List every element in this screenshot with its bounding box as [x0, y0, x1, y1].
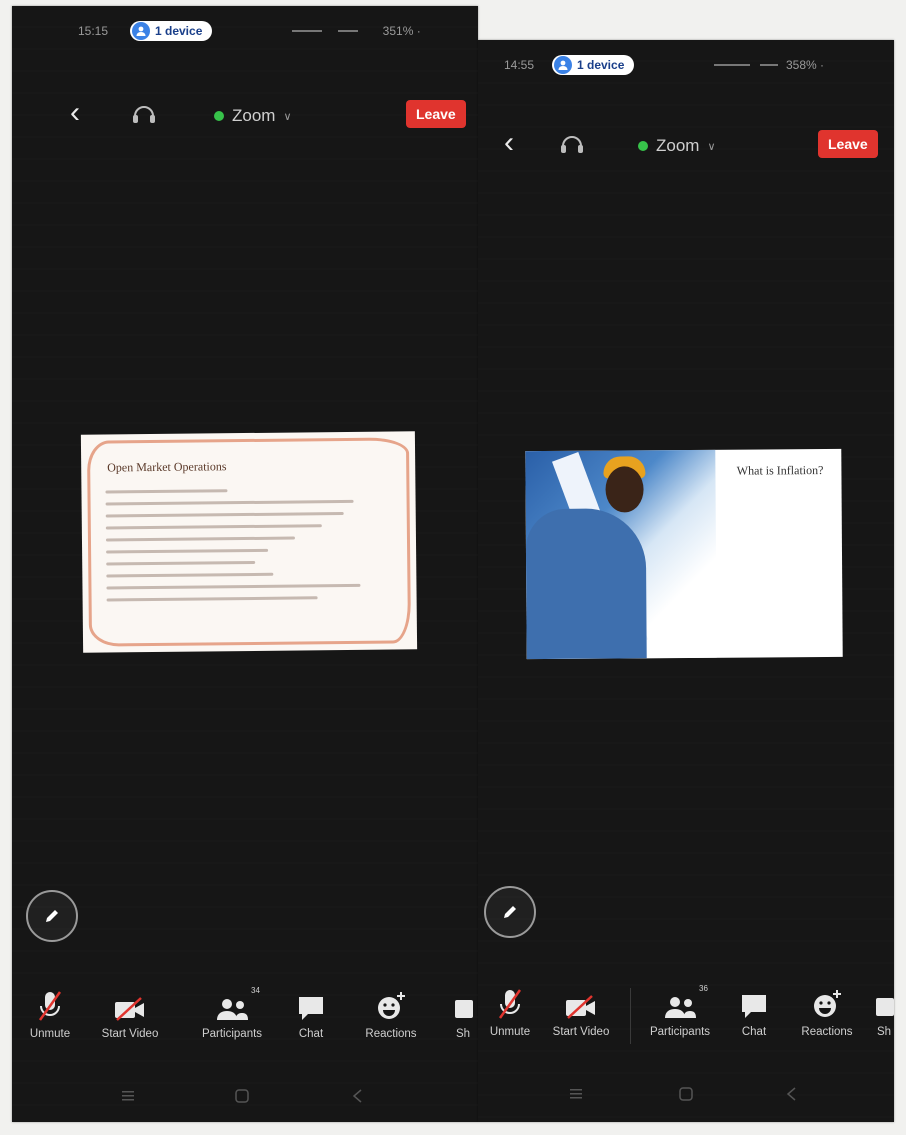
person-icon — [132, 22, 150, 40]
chat-button[interactable]: Chat — [288, 988, 334, 1040]
share-button[interactable]: Sh — [448, 988, 478, 1040]
start-video-button[interactable]: Start Video — [90, 988, 170, 1040]
reactions-icon — [378, 992, 405, 1019]
unmute-label: Unmute — [29, 1028, 71, 1040]
muted-mic-icon — [498, 989, 522, 1019]
meeting-topbar: ‹ Zoom ∨ Leave — [478, 124, 894, 164]
chat-icon — [742, 995, 766, 1018]
reactions-label: Reactions — [801, 1026, 853, 1038]
back-icon[interactable]: ‹ — [504, 128, 514, 158]
start-video-label: Start Video — [101, 1028, 159, 1040]
annotate-button[interactable] — [26, 890, 78, 942]
battery-text: 358% · — [786, 58, 825, 72]
status-bar: 14:55 1 device 358% · — [478, 52, 894, 78]
participants-count: 34 — [251, 986, 260, 995]
participants-label: Participants — [201, 1028, 263, 1040]
chevron-down-icon: ∨ — [283, 110, 292, 123]
pencil-icon — [504, 906, 516, 918]
nav-menu-icon[interactable] — [120, 1088, 136, 1109]
shared-slide: What is Inflation? — [525, 448, 843, 660]
right-screenshot: 14:55 1 device 358% · ‹ Zoom ∨ Leave Wha… — [478, 40, 894, 1122]
leave-button[interactable]: Leave — [406, 100, 466, 128]
meeting-toolbar: Unmute Start Video 34 Participants Chat … — [12, 986, 478, 1058]
chevron-down-icon: ∨ — [707, 140, 716, 153]
reactions-button[interactable]: Reactions — [792, 986, 862, 1038]
battery-text: 351% · — [366, 24, 421, 38]
audio-icon[interactable] — [130, 102, 158, 131]
meeting-title-text: Zoom — [656, 136, 700, 155]
chat-label: Chat — [298, 1028, 324, 1040]
nav-back-icon[interactable] — [784, 1086, 800, 1107]
video-off-icon — [566, 995, 595, 1019]
share-icon — [455, 1000, 473, 1018]
left-screenshot: 15:15 1 device 351% · ‹ Zoom ∨ Leave Ope… — [12, 6, 478, 1122]
device-pill-label: 1 device — [155, 24, 203, 38]
leave-button[interactable]: Leave — [818, 130, 878, 158]
status-indicators: 358% · — [714, 58, 824, 72]
slide-photo — [525, 449, 717, 660]
status-time: 14:55 — [504, 58, 535, 72]
pencil-icon — [46, 910, 58, 922]
meeting-toolbar: Unmute Start Video 36 Participants Chat … — [478, 984, 894, 1056]
reactions-button[interactable]: Reactions — [356, 988, 426, 1040]
share-label: Sh — [876, 1026, 892, 1038]
share-button[interactable]: Sh — [874, 986, 894, 1038]
participants-button[interactable]: 36 Participants — [640, 984, 720, 1038]
start-video-label: Start Video — [552, 1026, 610, 1038]
status-time: 15:15 — [78, 24, 109, 38]
meeting-title-text: Zoom — [232, 106, 276, 125]
toolbar-divider — [630, 988, 631, 1044]
unmute-label: Unmute — [489, 1026, 531, 1038]
status-indicators: 351% · — [292, 24, 421, 38]
back-icon[interactable]: ‹ — [70, 98, 80, 128]
wifi-icon — [760, 64, 778, 66]
muted-mic-icon — [38, 991, 62, 1021]
start-video-button[interactable]: Start Video — [544, 986, 618, 1038]
unmute-button[interactable]: Unmute — [482, 986, 538, 1038]
participants-button[interactable]: 34 Participants — [192, 986, 272, 1040]
meeting-topbar: ‹ Zoom ∨ Leave — [12, 94, 478, 134]
nav-home-icon[interactable] — [234, 1088, 250, 1109]
nav-home-icon[interactable] — [678, 1086, 694, 1107]
slide-title: What is Inflation? — [736, 463, 824, 478]
person-icon — [554, 56, 572, 74]
chat-button[interactable]: Chat — [732, 986, 776, 1038]
chat-label: Chat — [741, 1026, 767, 1038]
participants-icon — [217, 999, 248, 1020]
audio-icon[interactable] — [558, 132, 586, 161]
status-bar: 15:15 1 device 351% · — [12, 18, 478, 44]
share-label: Sh — [455, 1028, 471, 1040]
chat-icon — [299, 997, 323, 1020]
meeting-title[interactable]: Zoom ∨ — [214, 106, 292, 126]
annotate-button[interactable] — [484, 886, 536, 938]
meeting-title[interactable]: Zoom ∨ — [638, 136, 716, 156]
device-pill[interactable]: 1 device — [130, 21, 213, 41]
reactions-label: Reactions — [365, 1028, 417, 1040]
shared-slide: Open Market Operations — [80, 431, 418, 653]
participants-label: Participants — [649, 1026, 711, 1038]
share-icon — [876, 998, 894, 1016]
unmute-button[interactable]: Unmute — [20, 988, 80, 1040]
slide-title: Open Market Operations — [107, 459, 227, 475]
connected-dot-icon — [214, 111, 224, 121]
wifi-icon — [338, 30, 358, 32]
system-navbar — [12, 1080, 478, 1120]
nav-menu-icon[interactable] — [568, 1086, 584, 1107]
video-off-icon — [115, 997, 144, 1021]
reactions-icon — [814, 990, 841, 1017]
device-pill-label: 1 device — [577, 58, 625, 72]
participants-icon — [665, 997, 696, 1018]
connected-dot-icon — [638, 141, 648, 151]
nav-back-icon[interactable] — [350, 1088, 366, 1109]
signal-icon — [714, 64, 750, 66]
slide-body-text — [105, 488, 376, 611]
device-pill[interactable]: 1 device — [552, 55, 635, 75]
participants-count: 36 — [699, 984, 708, 993]
signal-icon — [292, 30, 322, 32]
system-navbar — [478, 1078, 894, 1118]
